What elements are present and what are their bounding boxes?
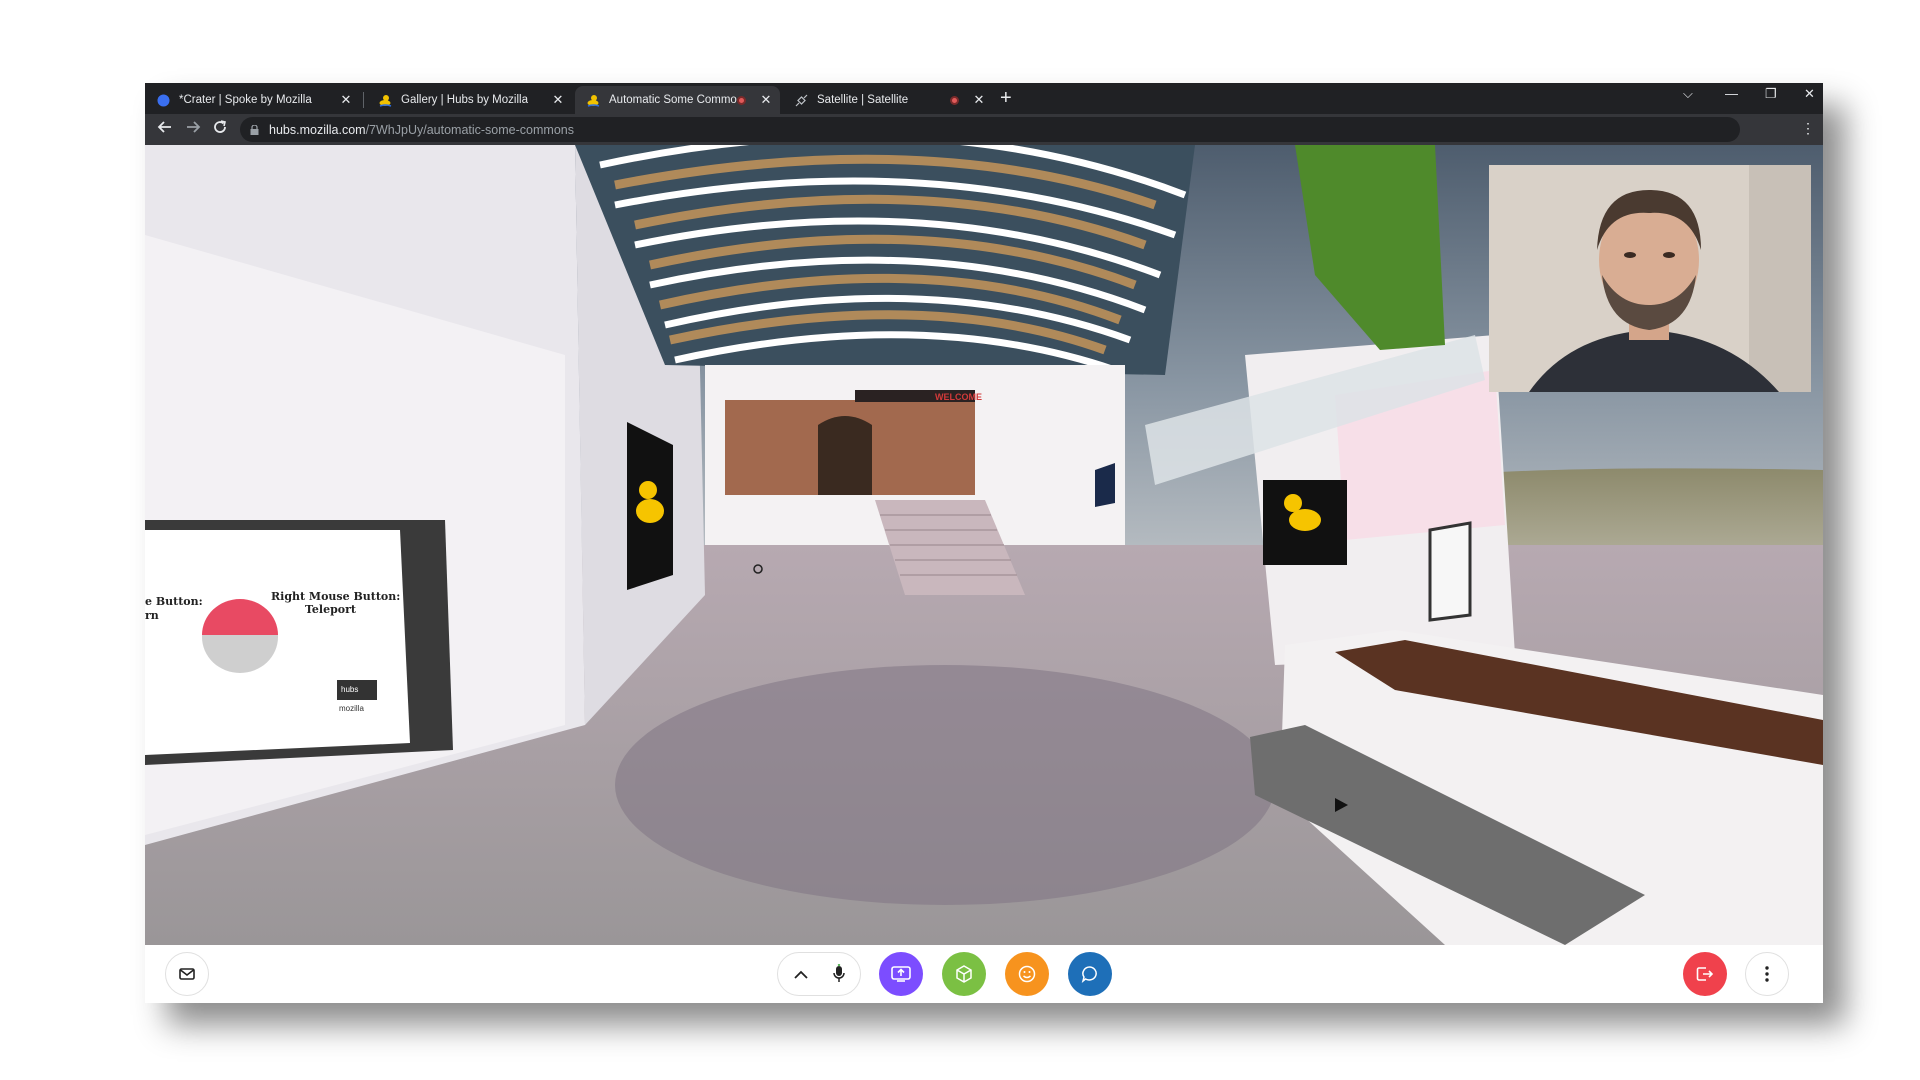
webcam-overlay [1489, 165, 1811, 392]
doorway-arch [818, 416, 872, 495]
forward-button[interactable] [185, 119, 201, 141]
new-tab-button[interactable]: + [1000, 87, 1012, 109]
browser-menu-button[interactable]: ⋮ [1801, 120, 1815, 137]
right-sign-sublabel: Teleport [305, 603, 357, 616]
hubs-logo-text: hubs [341, 685, 358, 694]
cube-icon [956, 965, 972, 983]
tab-title: Satellite | Satellite [817, 94, 909, 106]
hubs-duck-icon [379, 94, 392, 107]
place-object-button[interactable] [942, 952, 986, 996]
minimize-button[interactable]: — [1725, 86, 1738, 101]
browser-toolbar: hubs.mozilla.com/7WhJpUy/automatic-some-… [145, 114, 1823, 145]
smiley-icon [1018, 965, 1036, 983]
presenter-eye-left [1624, 252, 1636, 258]
duck-body [1289, 509, 1321, 531]
hubs-3d-scene-canvas[interactable]: e Button: rn Right Mouse Button: Telepor… [145, 145, 1823, 945]
reload-button[interactable] [212, 119, 228, 141]
tab-divider [363, 92, 364, 108]
close-tab-icon[interactable]: ✕ [550, 92, 566, 108]
chat-bubble-icon [1081, 966, 1097, 983]
share-screen-button[interactable] [879, 952, 923, 996]
tab-automatic-some-commons[interactable]: Automatic Some Commons | ✕ [575, 86, 780, 114]
duck-body [636, 499, 664, 523]
hubs-logo-subtext: mozilla [339, 704, 364, 713]
share-screen-icon [891, 966, 911, 982]
satellite-icon [795, 94, 808, 107]
tab-strip: *Crater | Spoke by Mozilla ✕ Gallery | H… [145, 83, 1823, 114]
left-sign-label: e Button: [145, 595, 203, 608]
back-arrow-icon [157, 121, 171, 133]
chevron-up-icon [794, 970, 808, 979]
curtain-fold [1749, 165, 1811, 392]
chat-button[interactable] [1068, 952, 1112, 996]
tab-title: Gallery | Hubs by Mozilla [401, 94, 528, 106]
hubs-bottom-toolbar [145, 945, 1823, 1003]
browser-window: *Crater | Spoke by Mozilla ✕ Gallery | H… [145, 83, 1823, 1003]
url-path: /7WhJpUy/automatic-some-commons [365, 122, 574, 137]
welcome-banner-text: WELCOME [935, 392, 982, 402]
duck-icon [639, 481, 657, 499]
leave-icon [1696, 967, 1714, 981]
tab-satellite[interactable]: Satellite | Satellite ✕ [783, 86, 993, 114]
recording-indicator-icon [737, 95, 746, 105]
tab-gallery[interactable]: Gallery | Hubs by Mozilla ✕ [367, 86, 572, 114]
reload-icon [214, 120, 226, 133]
left-sign-sublabel: rn [145, 609, 159, 622]
close-tab-icon[interactable]: ✕ [758, 92, 774, 108]
tab-title: Automatic Some Commons | [609, 94, 737, 106]
forward-arrow-icon [187, 121, 201, 133]
hubs-poster [1095, 463, 1115, 507]
restore-button[interactable]: ❐ [1765, 86, 1777, 102]
microphone-icon [833, 964, 845, 982]
leave-room-button[interactable] [1683, 952, 1727, 996]
address-bar[interactable]: hubs.mozilla.com/7WhJpUy/automatic-some-… [240, 117, 1740, 142]
tab-search-chevron-icon[interactable]: ⌵ [1683, 86, 1693, 102]
tab-title: *Crater | Spoke by Mozilla [179, 94, 312, 106]
microphone-button[interactable] [817, 952, 861, 996]
hubs-duck-icon [587, 94, 600, 107]
recording-indicator-icon [950, 95, 959, 105]
kebab-menu-icon [1765, 966, 1769, 982]
envelope-icon [179, 968, 195, 980]
tree-shadow [615, 665, 1275, 905]
invite-button[interactable] [165, 952, 209, 996]
right-sign-label: Right Mouse Button: [271, 590, 400, 603]
spoke-icon [157, 94, 170, 107]
duck-icon [1284, 494, 1302, 512]
right-small-sign [1428, 521, 1472, 622]
close-window-button[interactable]: ✕ [1804, 86, 1815, 102]
url-host: hubs.mozilla.com [269, 122, 366, 137]
presenter-eye-right [1663, 252, 1675, 258]
close-tab-icon[interactable]: ✕ [338, 92, 354, 108]
back-button[interactable] [157, 119, 173, 141]
react-button[interactable] [1005, 952, 1049, 996]
close-tab-icon[interactable]: ✕ [971, 92, 987, 108]
lock-icon [250, 124, 259, 135]
presenter-video [1489, 165, 1811, 392]
tab-spoke[interactable]: *Crater | Spoke by Mozilla ✕ [145, 86, 360, 114]
more-menu-button[interactable] [1745, 952, 1789, 996]
